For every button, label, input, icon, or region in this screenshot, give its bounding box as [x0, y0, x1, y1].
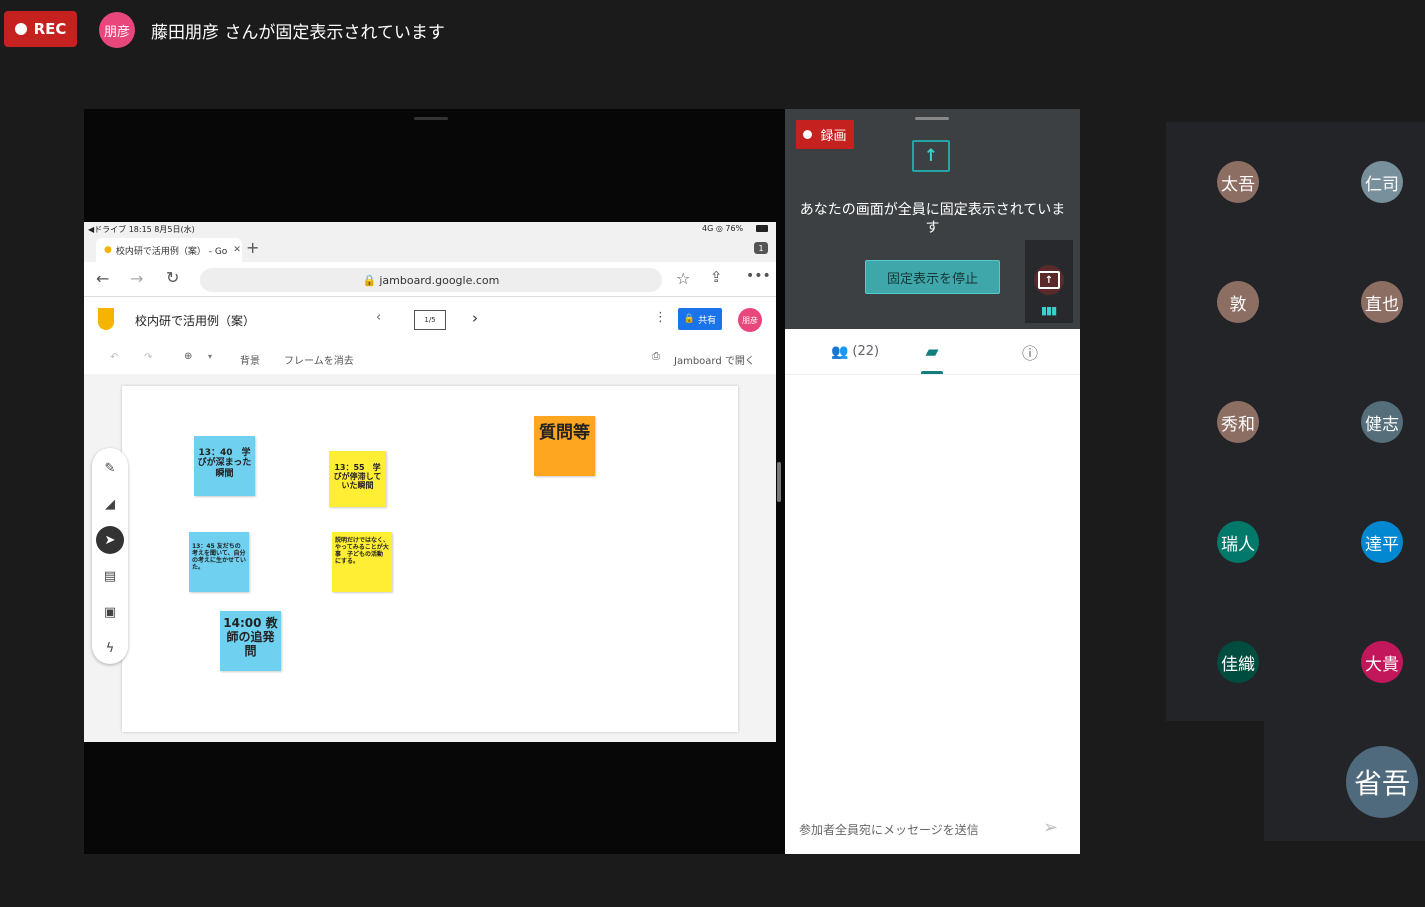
presenting-message: あなたの画面が全員に固定表示されています [799, 202, 1066, 237]
rec-label: REC [33, 20, 67, 38]
panel-tabs: 👥 (22) ▰ ⓘ [785, 329, 1080, 375]
tool-palette: ✎ ◢ ➤ ▤ ▣ ϟ [92, 448, 128, 664]
laser-icon[interactable]: ϟ [96, 634, 124, 662]
url-bar[interactable]: 🔒 jamboard.google.com [200, 268, 662, 292]
sticky-note[interactable]: 13：45 友だちの考えを聞いて、自分の考えに生かせていた。 [189, 532, 249, 592]
jamboard-subtoolbar: ↶ ↷ ⊕ ▾ 背景 フレームを消去 ⎙ Jamboard で開く [84, 344, 776, 375]
participant-avatar[interactable]: 大貴 [1361, 641, 1403, 683]
chat-input[interactable]: 参加者全員宛にメッセージを送信 [799, 821, 979, 838]
lock-icon: 🔒 [362, 273, 377, 287]
split-view-handle[interactable] [777, 462, 781, 502]
frame-indicator[interactable]: 1/5 [414, 310, 446, 330]
new-tab-icon[interactable]: + [246, 238, 259, 257]
background-button[interactable]: 背景 [240, 352, 260, 367]
zoom-dropdown-icon[interactable]: ▾ [208, 352, 212, 361]
presenting-indicator: ↑ [1034, 265, 1064, 295]
tab-people[interactable]: 👥 (22) [805, 329, 905, 374]
status-left: ◀ドライブ 18:15 8月5日(水) [88, 225, 195, 234]
active-tab-indicator [921, 371, 943, 374]
jamboard-title[interactable]: 校内研で活用例（案） [135, 312, 255, 329]
redo-icon[interactable]: ↷ [144, 352, 152, 363]
participant-avatar[interactable]: 直也 [1361, 281, 1403, 323]
jamboard-workspace: 13：40 学びが深まった瞬間 13：55 学びが停滞していた瞬間 質問等 13… [84, 374, 776, 742]
pinned-message: 藤田朋彦 さんが固定表示されています [151, 23, 445, 43]
chat-icon: ▰ [925, 341, 939, 362]
pinned-user-avatar: 朋彦 [99, 12, 135, 48]
share-lock-icon: 🔒 [683, 314, 696, 324]
participant-avatar[interactable]: 瑞人 [1217, 521, 1259, 563]
undo-icon[interactable]: ↶ [110, 352, 118, 363]
url-text: jamboard.google.com [379, 273, 500, 287]
user-avatar[interactable]: 朋彦 [738, 308, 762, 332]
pen-icon[interactable]: ✎ [96, 454, 124, 482]
participant-avatar[interactable]: 秀和 [1217, 401, 1259, 443]
bookmark-star-icon[interactable]: ☆ [676, 269, 690, 288]
jamboard-canvas[interactable]: 13：40 学びが深まった瞬間 13：55 学びが停滞していた瞬間 質問等 13… [122, 386, 738, 732]
self-preview-tile: ↑ ▮▮▮ [1025, 240, 1073, 323]
recording-label: 録画 [820, 129, 847, 144]
back-icon[interactable]: ← [96, 269, 109, 288]
share-icon[interactable]: ⇪ [710, 268, 723, 286]
more-icon[interactable]: ••• [746, 268, 771, 284]
prev-frame-icon[interactable]: ‹ [376, 310, 381, 325]
ipad-status-bar: ◀ドライブ 18:15 8月5日(水) 4G ◎ 76% [84, 222, 776, 236]
jamboard-favicon-icon: ● [104, 245, 112, 255]
tab-title: 校内研で活用例（案） - Go [115, 246, 228, 257]
record-dot-icon [14, 23, 27, 35]
participant-avatar[interactable]: 敦 [1217, 281, 1259, 323]
image-icon[interactable]: ▣ [96, 598, 124, 626]
info-icon: ⓘ [1021, 343, 1038, 363]
jamboard-toolbar: 校内研で活用例（案） ‹ 1/5 › ⋮ 🔒 共有 朋彦 [84, 298, 776, 344]
tab-info[interactable]: ⓘ [1005, 329, 1055, 374]
eraser-icon[interactable]: ◢ [96, 490, 124, 518]
next-frame-icon[interactable]: › [472, 309, 478, 327]
people-icon: 👥 [830, 343, 849, 360]
tab-count[interactable]: 1 [754, 242, 768, 254]
present-screen-icon: ↑ [912, 140, 950, 172]
share-button[interactable]: 🔒 共有 [678, 308, 722, 330]
participant-avatar[interactable]: 佳織 [1217, 641, 1259, 683]
forward-icon[interactable]: → [130, 269, 143, 288]
mic-activity-icon: ▮▮▮ [1041, 304, 1057, 317]
send-icon[interactable]: ➢ [1043, 817, 1058, 838]
stop-presenting-button[interactable]: 固定表示を停止 [865, 260, 1000, 294]
share-label: 共有 [698, 315, 717, 326]
participant-avatar[interactable]: 太吾 [1217, 161, 1259, 203]
recording-indicator: REC [4, 11, 77, 47]
presenting-panel: 録画 ↑ あなたの画面が全員に固定表示されています 固定表示を停止 ↑ ▮▮▮ [785, 109, 1080, 329]
open-jamboard-icon: ⎙ [652, 351, 660, 362]
browser-toolbar: ← → ↻ 🔒 jamboard.google.com ☆ ⇪ ••• [84, 262, 776, 297]
participant-avatar[interactable]: 仁司 [1361, 161, 1403, 203]
panel-handle[interactable] [915, 117, 949, 120]
tab-close-icon[interactable]: ✕ [233, 245, 241, 255]
self-avatar[interactable]: 省吾 [1346, 746, 1418, 818]
jamboard-logo [98, 308, 114, 330]
sticky-note[interactable]: 質問等 [534, 416, 595, 476]
sticky-note[interactable]: 説明だけではなく、やってみることが大事 子どもの活動にする。 [332, 532, 392, 592]
participant-grid: 太吾 仁司 敦 直也 秀和 健志 瑞人 達平 佳織 大貴 [1166, 122, 1425, 721]
participant-avatar[interactable]: 達平 [1361, 521, 1403, 563]
open-in-jamboard-button[interactable]: Jamboard で開く [674, 352, 755, 367]
reload-icon[interactable]: ↻ [166, 268, 179, 287]
clear-frame-button[interactable]: フレームを消去 [284, 352, 354, 367]
zoom-icon[interactable]: ⊕ [184, 351, 192, 362]
sticky-note[interactable]: 14:00 教師の追発問 [220, 611, 281, 671]
browser-tab[interactable]: ● 校内研で活用例（案） - Go ✕ [96, 238, 242, 262]
sticky-note[interactable]: 13：40 学びが深まった瞬間 [194, 436, 255, 496]
menu-dots-icon[interactable]: ⋮ [654, 310, 667, 325]
status-right: 4G ◎ 76% [702, 224, 744, 233]
people-count: (22) [852, 344, 880, 359]
meeting-side-panel: 録画 ↑ あなたの画面が全員に固定表示されています 固定表示を停止 ↑ ▮▮▮ … [785, 109, 1080, 854]
battery-icon [756, 225, 768, 232]
sticky-note-icon[interactable]: ▤ [96, 562, 124, 590]
sticky-note[interactable]: 13：55 学びが停滞していた瞬間 [329, 451, 386, 507]
tab-chat[interactable]: ▰ [905, 329, 959, 374]
recording-badge: 録画 [796, 120, 854, 149]
ipad-screen: ◀ドライブ 18:15 8月5日(水) 4G ◎ 76% + 1 ● 校内研で活… [84, 222, 776, 742]
record-dot-icon [803, 130, 813, 139]
select-arrow-icon[interactable]: ➤ [96, 526, 124, 554]
participant-avatar[interactable]: 健志 [1361, 401, 1403, 443]
present-screen-icon: ↑ [1038, 271, 1060, 289]
stage-handle [414, 117, 448, 120]
